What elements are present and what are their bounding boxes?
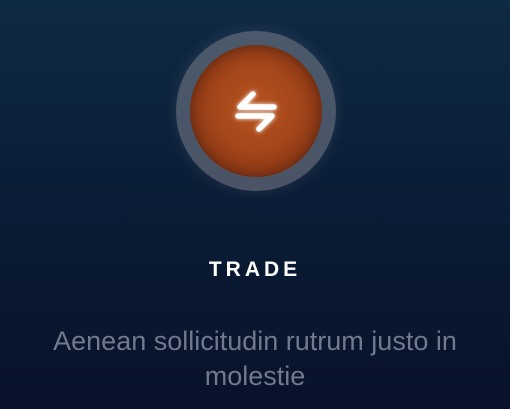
trade-feature-card: TRADE Aenean sollicitudin rutrum justo i…: [0, 0, 510, 409]
card-description: Aenean sollicitudin rutrum justo in mole…: [53, 326, 457, 391]
icon-badge: [190, 45, 322, 177]
card-title: TRADE: [208, 258, 302, 281]
icon-ring: [176, 31, 336, 191]
exchange-arrows-icon: [235, 91, 277, 132]
